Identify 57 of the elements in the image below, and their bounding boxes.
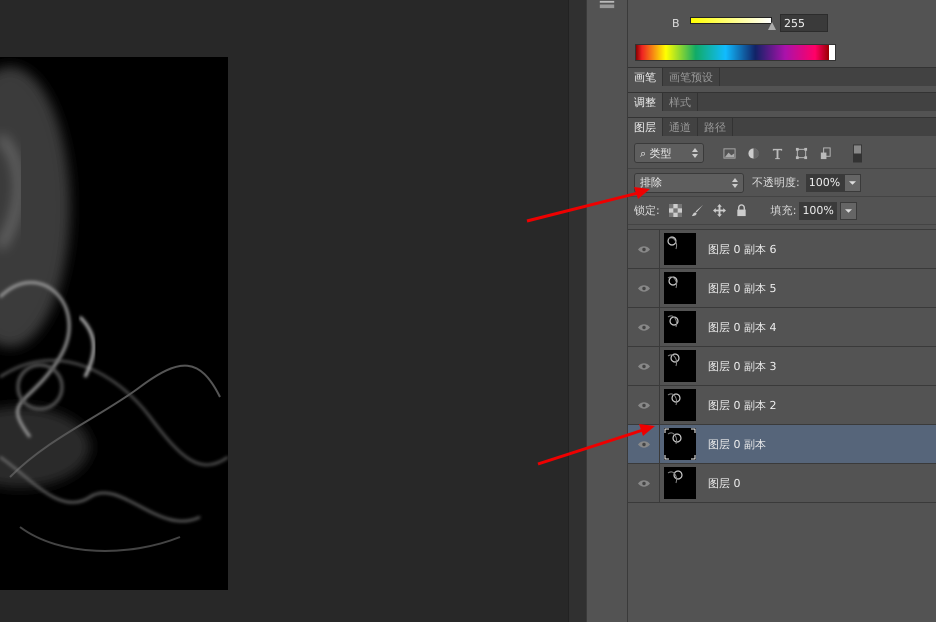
layer-thumbnail <box>664 233 696 265</box>
opacity-field[interactable]: 100% <box>806 174 844 192</box>
fill-dropdown-button[interactable] <box>840 202 858 220</box>
smart-object-filter-icon[interactable] <box>819 146 832 160</box>
caret-icon <box>845 208 852 212</box>
brush-icon[interactable] <box>690 204 704 217</box>
adjustment-filter-icon[interactable] <box>747 146 760 160</box>
channel-label: B <box>672 16 681 30</box>
layer-name: 图层 0 副本 2 <box>708 398 776 412</box>
layer-row[interactable]: 图层 0 <box>628 464 936 503</box>
eye-icon[interactable] <box>638 402 650 408</box>
channel-value-field[interactable]: 255 <box>780 14 828 32</box>
panel-tab[interactable]: 调整 <box>628 93 663 111</box>
layer-name: 图层 0 副本 6 <box>708 242 776 256</box>
panel-icon[interactable] <box>598 0 616 9</box>
layer-thumbnail <box>664 350 696 382</box>
eye-icon[interactable] <box>638 440 650 448</box>
layer-row[interactable]: 图层 0 副本 4 <box>628 308 936 347</box>
eye-icon[interactable] <box>638 362 650 370</box>
lock-icon[interactable] <box>734 204 748 217</box>
updown-arrows-icon <box>732 178 738 188</box>
layer-name: 图层 0 副本 5 <box>708 280 776 296</box>
blend-mode-dropdown[interactable]: 排除 <box>634 172 744 192</box>
layer-thumbnail <box>664 467 696 499</box>
color-spectrum[interactable] <box>635 44 836 61</box>
image-filter-icon[interactable] <box>723 146 736 160</box>
fill-field[interactable]: 100% <box>799 202 838 220</box>
filter-dropdown[interactable]: ⌕ 类型 <box>634 143 704 163</box>
panel-tab[interactable]: 画笔 <box>628 68 663 86</box>
eye-icon[interactable] <box>638 480 650 486</box>
opacity-label: 不透明度: <box>752 175 800 190</box>
layer-row[interactable]: 图层 0 副本 5 <box>628 269 936 308</box>
caret-icon <box>848 180 856 184</box>
eye-icon[interactable] <box>638 324 650 330</box>
eye-icon[interactable] <box>638 246 650 252</box>
layer-name: 图层 0 副本 3 <box>708 358 776 374</box>
lock-label: 锁定: <box>634 203 660 218</box>
opacity-dropdown-button[interactable] <box>844 174 861 192</box>
shape-filter-icon[interactable] <box>795 146 808 160</box>
layer-row[interactable]: 图层 0 副本 <box>628 425 936 464</box>
text-filter-icon[interactable] <box>771 146 784 160</box>
eye-icon[interactable] <box>638 284 650 292</box>
panel-tab[interactable]: 图层 <box>628 118 663 136</box>
fill-label: 填充: <box>770 203 796 218</box>
layer-row[interactable]: 图层 0 副本 6 <box>628 230 936 269</box>
layer-name: 图层 0 副本 4 <box>708 320 776 334</box>
layer-row[interactable]: 图层 0 副本 3 <box>628 347 936 386</box>
layer-thumbnail <box>664 311 696 343</box>
layer-name: 图层 0 <box>708 476 740 490</box>
move-icon[interactable] <box>712 204 726 217</box>
updown-arrows-icon <box>692 148 698 158</box>
filter-toggle[interactable] <box>853 144 862 162</box>
layer-name: 图层 0 副本 <box>708 436 766 452</box>
layer-thumbnail <box>664 389 696 421</box>
checkerboard-icon[interactable] <box>668 204 682 217</box>
layer-thumbnail <box>664 428 696 460</box>
layer-thumbnail <box>664 272 696 304</box>
